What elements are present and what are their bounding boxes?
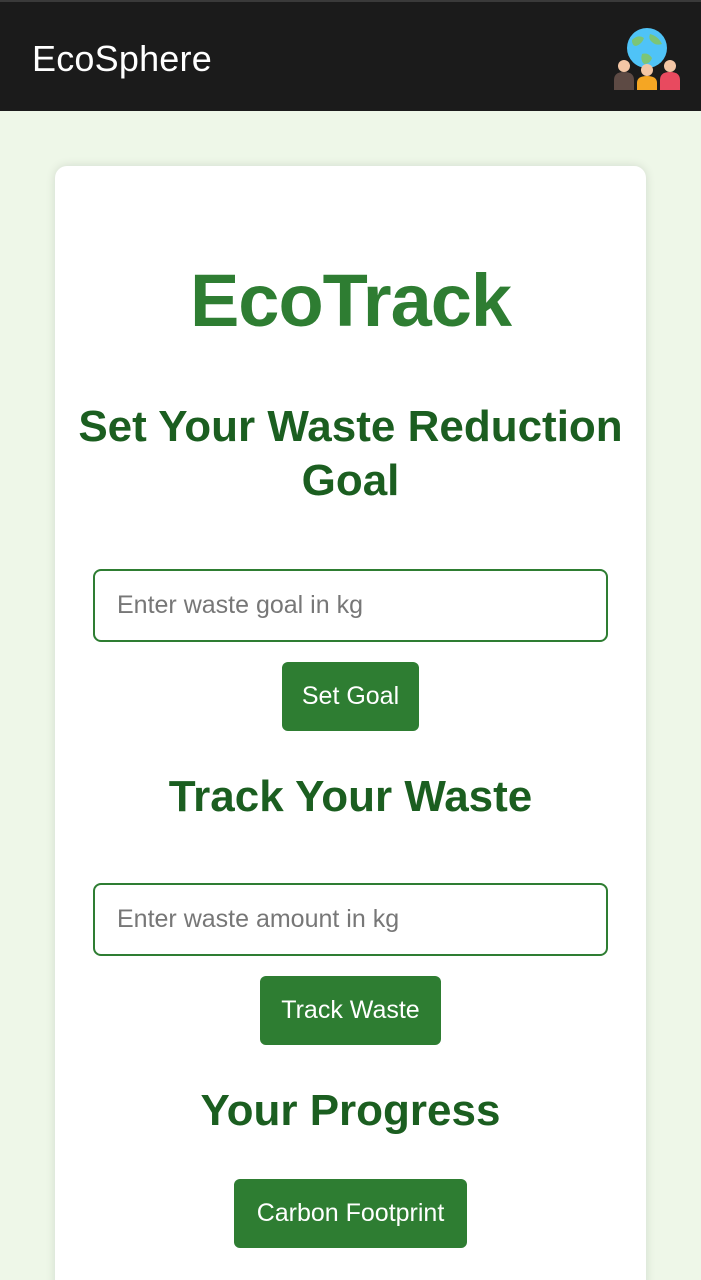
globe-people-icon[interactable] [612,24,682,94]
track-section-heading: Track Your Waste [168,772,533,821]
waste-goal-input[interactable] [93,569,608,642]
track-waste-button[interactable]: Track Waste [260,976,441,1045]
progress-section-heading: Your Progress [200,1086,501,1135]
app-title: EcoSphere [32,38,212,79]
carbon-footprint-button[interactable]: Carbon Footprint [234,1179,467,1248]
top-app-bar: EcoSphere [0,0,701,111]
page-title: EcoTrack [189,259,512,342]
waste-amount-input[interactable] [93,883,608,956]
set-goal-button[interactable]: Set Goal [282,662,419,731]
eco-track-card: EcoTrack Set Your Waste Reduction Goal S… [55,166,646,1280]
goal-section-heading: Set Your Waste Reduction Goal [78,402,623,505]
